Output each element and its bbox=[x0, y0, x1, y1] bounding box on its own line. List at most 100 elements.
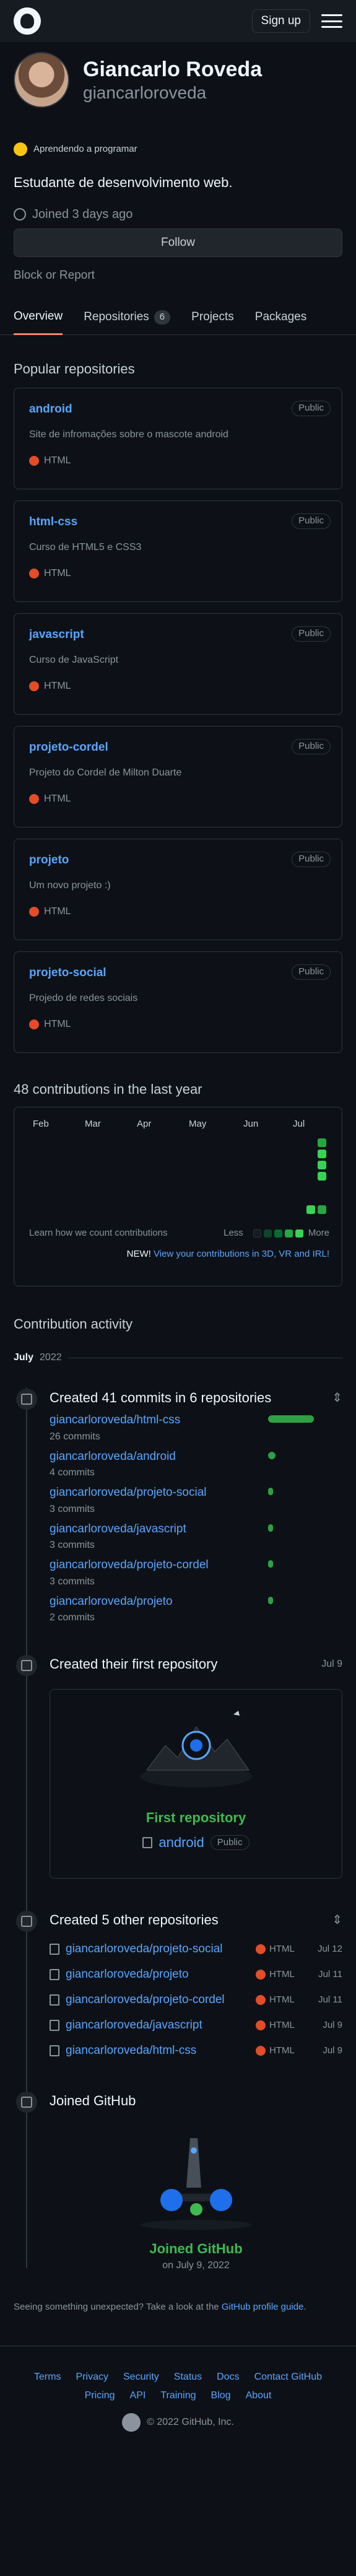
commit-count: 3 commits bbox=[50, 1503, 95, 1514]
repo-name-link[interactable]: android bbox=[29, 403, 72, 416]
tab-packages[interactable]: Packages bbox=[255, 300, 306, 335]
view-3d-link[interactable]: View your contributions in 3D, VR and IR… bbox=[154, 1249, 329, 1259]
created-repo-link[interactable]: giancarloroveda/projeto-cordel bbox=[66, 1991, 225, 2009]
first-repo-link[interactable]: android bbox=[158, 1832, 204, 1853]
created-repo-row: giancarloroveda/projeto-social HTML Jul 12 bbox=[50, 1936, 342, 1962]
commit-repo-link[interactable]: giancarloroveda/projeto bbox=[50, 1595, 173, 1608]
created-repo-date: Jul 12 bbox=[317, 1943, 342, 1954]
footer-link[interactable]: API bbox=[130, 2388, 146, 2403]
contribution-cell bbox=[306, 1205, 315, 1215]
commit-bar bbox=[268, 1451, 276, 1459]
footer-link[interactable]: Status bbox=[174, 2370, 202, 2385]
footer-link[interactable]: Docs bbox=[217, 2370, 239, 2385]
repo-name-link[interactable]: html-css bbox=[29, 515, 77, 528]
activity-year: 2022 bbox=[40, 1352, 62, 1363]
profile-header: Giancarlo Roveda giancarloroveda bbox=[0, 42, 356, 108]
profile-name: Giancarlo Roveda bbox=[83, 57, 263, 81]
github-logo-icon[interactable] bbox=[122, 2412, 141, 2432]
created-repo-link[interactable]: giancarloroveda/html-css bbox=[66, 2042, 196, 2060]
legend-more: More bbox=[308, 1228, 329, 1239]
language-color-dot bbox=[256, 2045, 266, 2056]
language-color-dot bbox=[29, 1019, 39, 1029]
legend-level-0 bbox=[253, 1229, 261, 1238]
repo-description: Projeto do Cordel de Milton Duarte bbox=[29, 767, 182, 778]
footer-link[interactable]: About bbox=[246, 2388, 272, 2403]
language-name: HTML bbox=[269, 2045, 295, 2056]
repo-description: Curso de HTML5 e CSS3 bbox=[29, 541, 142, 552]
created-repo-link[interactable]: giancarloroveda/javascript bbox=[66, 2017, 202, 2035]
joined-github-title: Joined GitHub bbox=[50, 2093, 136, 2109]
footer-link[interactable]: Security bbox=[123, 2370, 159, 2385]
joined-event: Joined GitHub Joined GitHub on July 9, 2… bbox=[14, 2090, 342, 2271]
contribution-cell bbox=[318, 1172, 326, 1181]
commit-repo-link[interactable]: giancarloroveda/html-css bbox=[50, 1413, 180, 1426]
repo-card: projeto Public Um novo projeto :) HTML bbox=[14, 839, 342, 941]
visibility-badge: Public bbox=[292, 626, 331, 642]
graph-month-label: Jul bbox=[293, 1119, 305, 1130]
commit-repo-link[interactable]: giancarloroveda/projeto-cordel bbox=[50, 1558, 209, 1571]
legend-level-1 bbox=[263, 1229, 272, 1238]
commit-row: giancarloroveda/projeto 2 commits bbox=[50, 1593, 342, 1626]
tab-projects[interactable]: Projects bbox=[191, 300, 234, 335]
sign-up-button[interactable]: Sign up bbox=[251, 9, 310, 33]
commit-repo-link[interactable]: giancarloroveda/projeto-social bbox=[50, 1486, 206, 1499]
repo-name-link[interactable]: projeto bbox=[29, 854, 69, 867]
repo-name-link[interactable]: javascript bbox=[29, 628, 84, 641]
first-repo-illustration bbox=[140, 1711, 252, 1788]
commit-info: giancarloroveda/html-css 26 commits bbox=[50, 1412, 180, 1444]
profile-guide-link[interactable]: GitHub profile guide bbox=[222, 2302, 304, 2312]
commit-bar bbox=[268, 1596, 273, 1604]
repo-name-link[interactable]: projeto-social bbox=[29, 966, 106, 979]
tab-overview[interactable]: Overview bbox=[14, 300, 63, 336]
footer-link[interactable]: Blog bbox=[211, 2388, 231, 2403]
tab-repositories[interactable]: Repositories 6 bbox=[84, 300, 171, 335]
fold-icon[interactable]: ⇕ bbox=[332, 1911, 342, 1929]
menu-icon[interactable] bbox=[321, 14, 342, 28]
language-name: HTML bbox=[269, 1968, 295, 1980]
contribution-cell bbox=[318, 1138, 326, 1148]
created-repo-date: Jul 11 bbox=[318, 1994, 342, 2005]
repo-language: HTML bbox=[29, 792, 327, 806]
first-repo-label: First repository bbox=[145, 1810, 246, 1826]
commit-row: giancarloroveda/javascript 3 commits bbox=[50, 1521, 342, 1553]
footer-link[interactable]: Training bbox=[160, 2388, 196, 2403]
created-repo-date: Jul 9 bbox=[323, 2019, 342, 2030]
footer-link[interactable]: Terms bbox=[34, 2370, 61, 2385]
repo-description: Site de infromações sobre o mascote andr… bbox=[29, 429, 228, 440]
learn-contributions-link[interactable]: Learn how we count contributions bbox=[29, 1226, 167, 1241]
repo-language: HTML bbox=[29, 679, 327, 694]
commit-repo-link[interactable]: giancarloroveda/javascript bbox=[50, 1522, 186, 1535]
fold-icon[interactable]: ⇕ bbox=[332, 1389, 342, 1407]
language-name: HTML bbox=[44, 567, 71, 579]
footer-link[interactable]: Pricing bbox=[85, 2388, 115, 2403]
repo-name-link[interactable]: projeto-cordel bbox=[29, 741, 108, 754]
github-logo-icon[interactable] bbox=[14, 7, 41, 35]
created-repo-row: giancarloroveda/javascript HTML Jul 9 bbox=[50, 2012, 342, 2038]
footer-link[interactable]: Privacy bbox=[76, 2370, 108, 2385]
created-repo-language: HTML bbox=[256, 2044, 308, 2058]
language-color-dot bbox=[29, 793, 39, 804]
created-repo-meta: HTML Jul 9 bbox=[256, 2044, 342, 2058]
created-repo-info: giancarloroveda/projeto-cordel bbox=[50, 1991, 225, 2009]
footer-link[interactable]: Contact GitHub bbox=[254, 2370, 322, 2385]
language-name: HTML bbox=[44, 680, 71, 691]
commit-info: giancarloroveda/android 4 commits bbox=[50, 1448, 176, 1481]
block-or-report-link[interactable]: Block or Report bbox=[14, 267, 342, 285]
language-name: HTML bbox=[269, 2019, 295, 2030]
site-footer: Terms Privacy Security Status Docs Contact Gi… bbox=[0, 2345, 356, 2432]
repositories-count: 6 bbox=[154, 310, 171, 325]
language-name: HTML bbox=[269, 1943, 295, 1954]
user-status[interactable]: Aprendendo a programar bbox=[14, 142, 137, 157]
created-repo-link[interactable]: giancarloroveda/projeto-social bbox=[66, 1941, 222, 1958]
commit-repo-link[interactable]: giancarloroveda/android bbox=[50, 1450, 176, 1463]
follow-button[interactable]: Follow bbox=[14, 228, 342, 257]
commit-count: 3 commits bbox=[50, 1540, 95, 1551]
created-repo-link[interactable]: giancarloroveda/projeto bbox=[66, 1966, 189, 1984]
commit-list: giancarloroveda/html-css 26 commits gianca… bbox=[50, 1412, 342, 1625]
graph-month-label: Apr bbox=[137, 1119, 152, 1130]
graph-month-label: Mar bbox=[85, 1119, 101, 1130]
avatar[interactable] bbox=[14, 52, 69, 108]
graph-month-label: Feb bbox=[33, 1119, 49, 1130]
contribution-graph: Feb Mar Apr May Jun Jul Learn how we count co… bbox=[14, 1107, 342, 1287]
graph-month-label: May bbox=[189, 1119, 207, 1130]
